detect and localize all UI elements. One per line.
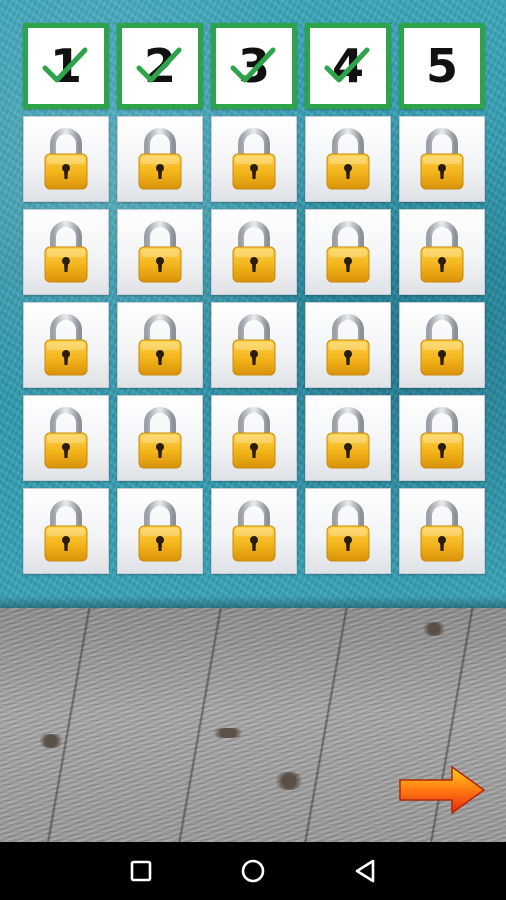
locked-level-tile[interactable] — [117, 116, 203, 202]
locked-level-tile[interactable] — [23, 116, 109, 202]
padlock-icon — [326, 314, 370, 376]
locked-level-tile[interactable] — [117, 395, 203, 481]
wood-knot — [272, 772, 306, 790]
locked-level-tile[interactable] — [211, 395, 297, 481]
checkmark-icon — [230, 47, 276, 83]
next-arrow-button[interactable] — [398, 764, 486, 816]
locked-level-tile[interactable] — [399, 116, 485, 202]
locked-level-tile[interactable] — [23, 209, 109, 295]
locked-level-tile[interactable] — [399, 302, 485, 388]
locked-level-tile[interactable] — [305, 116, 391, 202]
padlock-icon — [326, 407, 370, 469]
padlock-icon — [138, 128, 182, 190]
locked-level-tile[interactable] — [117, 209, 203, 295]
padlock-icon — [44, 500, 88, 562]
padlock-icon — [138, 407, 182, 469]
locked-level-tile[interactable] — [211, 209, 297, 295]
recents-square-icon[interactable] — [126, 856, 156, 886]
locked-level-tile[interactable] — [211, 488, 297, 574]
level-button-4[interactable]: 4 — [305, 23, 391, 109]
padlock-icon — [326, 128, 370, 190]
padlock-icon — [138, 500, 182, 562]
android-navigation-bar — [0, 842, 506, 900]
back-triangle-icon[interactable] — [350, 856, 380, 886]
padlock-icon — [232, 128, 276, 190]
padlock-icon — [232, 500, 276, 562]
locked-level-tile[interactable] — [117, 302, 203, 388]
right-arrow-icon — [399, 765, 486, 815]
locked-level-tile[interactable] — [305, 209, 391, 295]
locked-level-tile[interactable] — [23, 395, 109, 481]
padlock-icon — [232, 407, 276, 469]
locked-level-tile[interactable] — [211, 116, 297, 202]
checkmark-icon — [324, 47, 370, 83]
checkmark-icon — [136, 47, 182, 83]
padlock-icon — [420, 500, 464, 562]
level-number: 5 — [425, 39, 458, 93]
padlock-icon — [232, 314, 276, 376]
level-button-1[interactable]: 1 — [23, 23, 109, 109]
wood-knot — [208, 728, 248, 738]
padlock-icon — [138, 314, 182, 376]
padlock-icon — [44, 221, 88, 283]
locked-level-tile[interactable] — [399, 395, 485, 481]
padlock-icon — [420, 128, 464, 190]
level-button-3[interactable]: 3 — [211, 23, 297, 109]
locked-level-tile[interactable] — [399, 209, 485, 295]
locked-level-tile[interactable] — [305, 302, 391, 388]
padlock-icon — [420, 407, 464, 469]
padlock-icon — [326, 221, 370, 283]
locked-level-tile[interactable] — [305, 395, 391, 481]
wood-knot — [420, 622, 448, 636]
locked-level-tile[interactable] — [399, 488, 485, 574]
padlock-icon — [44, 314, 88, 376]
home-circle-icon[interactable] — [238, 856, 268, 886]
padlock-icon — [326, 500, 370, 562]
level-button-2[interactable]: 2 — [117, 23, 203, 109]
padlock-icon — [420, 221, 464, 283]
locked-level-tile[interactable] — [117, 488, 203, 574]
locked-level-tile[interactable] — [23, 302, 109, 388]
locked-level-tile[interactable] — [305, 488, 391, 574]
level-button-5[interactable]: 5 — [399, 23, 485, 109]
padlock-icon — [44, 128, 88, 190]
padlock-icon — [232, 221, 276, 283]
locked-level-tile[interactable] — [23, 488, 109, 574]
padlock-icon — [138, 221, 182, 283]
padlock-icon — [44, 407, 88, 469]
locked-level-tile[interactable] — [211, 302, 297, 388]
checkmark-icon — [42, 47, 88, 83]
padlock-icon — [420, 314, 464, 376]
wood-knot — [36, 734, 66, 748]
